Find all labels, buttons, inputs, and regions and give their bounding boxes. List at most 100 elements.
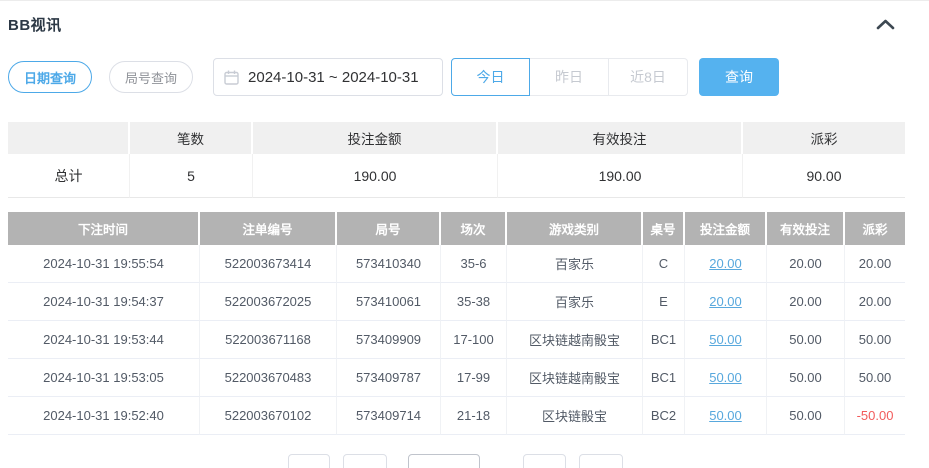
tab-date-query[interactable]: 日期查询	[8, 61, 93, 93]
table-id-cell: BC2	[643, 397, 685, 435]
records-header-bet-amount: 投注金额	[685, 212, 767, 245]
filter-toolbar: 日期查询 局号查询 2024-10-31 ~ 2024-10-31 今日 昨日 …	[8, 58, 929, 96]
summary-total-label: 总计	[8, 154, 130, 198]
bb-video-panel: BB视讯 日期查询 局号查询 2024-10-31 ~ 2024-10-31 今…	[0, 0, 929, 468]
bet-time-cell: 2024-10-31 19:53:44	[8, 321, 200, 359]
bet-time-cell: 2024-10-31 19:55:54	[8, 245, 200, 283]
match-cell: 17-99	[441, 359, 507, 397]
table-row: 2024-10-31 19:55:54 522003673414 573410340…	[8, 245, 905, 283]
table-row: 2024-10-31 19:53:05 522003670483 573409787…	[8, 359, 905, 397]
valid-bet-cell: 50.00	[767, 321, 845, 359]
summary-table: 笔数 投注金额 有效投注 派彩 总计 5 190.00 190.00 90.00	[8, 122, 905, 198]
order-id-cell: 522003670483	[200, 359, 337, 397]
table-row: 2024-10-31 19:54:37 522003672025 573410061…	[8, 283, 905, 321]
match-cell: 35-6	[441, 245, 507, 283]
order-id-cell: 522003671168	[200, 321, 337, 359]
valid-bet-cell: 20.00	[767, 245, 845, 283]
bet-amount-link-text[interactable]: 50.00	[709, 408, 742, 423]
match-cell: 21-18	[441, 397, 507, 435]
game-type-cell: 区块链越南骰宝	[507, 321, 643, 359]
pagination-next-button[interactable]	[523, 454, 566, 468]
payout-cell: 50.00	[845, 321, 905, 359]
records-body: 2024-10-31 19:55:54 522003673414 573410340…	[8, 245, 905, 435]
records-header-game-type: 游戏类别	[507, 212, 643, 245]
game-type-cell: 区块链越南骰宝	[507, 359, 643, 397]
summary-header-bet-amount: 投注金额	[253, 122, 498, 154]
records-header-payout: 派彩	[845, 212, 905, 245]
round-id-cell: 573409787	[337, 359, 441, 397]
order-id-cell: 522003670102	[200, 397, 337, 435]
table-id-cell: BC1	[643, 359, 685, 397]
round-id-cell: 573409909	[337, 321, 441, 359]
bet-time-cell: 2024-10-31 19:53:05	[8, 359, 200, 397]
date-range-input[interactable]: 2024-10-31 ~ 2024-10-31	[213, 58, 444, 96]
bet-amount-link[interactable]: 50.00	[685, 321, 767, 359]
table-row: 2024-10-31 19:52:40 522003670102 573409714…	[8, 397, 905, 435]
table-id-cell: C	[643, 245, 685, 283]
game-type-cell: 百家乐	[507, 283, 643, 321]
summary-payout-value: 90.00	[743, 154, 905, 198]
calendar-icon	[224, 70, 239, 85]
table-id-cell: BC1	[643, 321, 685, 359]
panel-header: BB视讯	[0, 1, 929, 35]
quick-range-group: 今日 昨日 近8日	[451, 58, 689, 96]
bet-amount-link[interactable]: 20.00	[685, 245, 767, 283]
bet-amount-link-text[interactable]: 20.00	[709, 294, 742, 309]
collapse-button[interactable]	[876, 19, 895, 30]
pagination-page-button[interactable]	[343, 454, 387, 468]
pagination-prev-button[interactable]	[288, 454, 330, 468]
pagination-page-size-select[interactable]	[408, 454, 480, 468]
summary-count-value: 5	[130, 154, 253, 198]
bet-amount-link-text[interactable]: 50.00	[709, 332, 742, 347]
bet-amount-link-text[interactable]: 20.00	[709, 256, 742, 271]
bet-amount-link[interactable]: 50.00	[685, 397, 767, 435]
valid-bet-cell: 50.00	[767, 359, 845, 397]
quick-range-today[interactable]: 今日	[451, 58, 531, 96]
quick-range-last8days[interactable]: 近8日	[609, 58, 689, 96]
summary-table-header: 笔数 投注金额 有效投注 派彩	[8, 122, 905, 154]
payout-cell: 50.00	[845, 359, 905, 397]
records-header-round-id: 局号	[337, 212, 441, 245]
search-button[interactable]: 查询	[699, 58, 780, 96]
order-id-cell: 522003673414	[200, 245, 337, 283]
valid-bet-cell: 20.00	[767, 283, 845, 321]
bet-amount-link[interactable]: 50.00	[685, 359, 767, 397]
summary-header-count: 笔数	[130, 122, 253, 154]
records-table: 下注时间 注单编号 局号 场次 游戏类别 桌号 投注金额 有效投注 派彩 202…	[8, 212, 905, 435]
table-row: 2024-10-31 19:53:44 522003671168 573409909…	[8, 321, 905, 359]
bet-time-cell: 2024-10-31 19:52:40	[8, 397, 200, 435]
payout-cell: 20.00	[845, 245, 905, 283]
payout-cell: -50.00	[845, 397, 905, 435]
match-cell: 35-38	[441, 283, 507, 321]
round-id-cell: 573409714	[337, 397, 441, 435]
order-id-cell: 522003672025	[200, 283, 337, 321]
summary-valid-bet-value: 190.00	[498, 154, 743, 198]
game-type-cell: 百家乐	[507, 245, 643, 283]
chevron-up-icon	[876, 19, 895, 30]
tab-round-query[interactable]: 局号查询	[109, 61, 194, 93]
records-header-order-id: 注单编号	[200, 212, 337, 245]
summary-header-payout: 派彩	[743, 122, 905, 154]
date-range-value: 2024-10-31 ~ 2024-10-31	[248, 68, 419, 86]
table-id-cell: E	[643, 283, 685, 321]
records-header-valid-bet: 有效投注	[767, 212, 845, 245]
records-header-bet-time: 下注时间	[8, 212, 200, 245]
bet-amount-link-text[interactable]: 50.00	[709, 370, 742, 385]
quick-range-yesterday[interactable]: 昨日	[530, 58, 610, 96]
records-header-table-id: 桌号	[643, 212, 685, 245]
page-title: BB视讯	[8, 17, 62, 34]
game-type-cell: 区块链骰宝	[507, 397, 643, 435]
records-header-match: 场次	[441, 212, 507, 245]
valid-bet-cell: 50.00	[767, 397, 845, 435]
pagination-jump-button[interactable]	[579, 454, 623, 468]
round-id-cell: 573410340	[337, 245, 441, 283]
summary-header-valid-bet: 有效投注	[498, 122, 743, 154]
summary-bet-amount-value: 190.00	[253, 154, 498, 198]
summary-header-blank	[8, 122, 130, 154]
match-cell: 17-100	[441, 321, 507, 359]
bet-time-cell: 2024-10-31 19:54:37	[8, 283, 200, 321]
bet-amount-link[interactable]: 20.00	[685, 283, 767, 321]
payout-cell: 20.00	[845, 283, 905, 321]
summary-total-row: 总计 5 190.00 190.00 90.00	[8, 154, 905, 198]
round-id-cell: 573410061	[337, 283, 441, 321]
